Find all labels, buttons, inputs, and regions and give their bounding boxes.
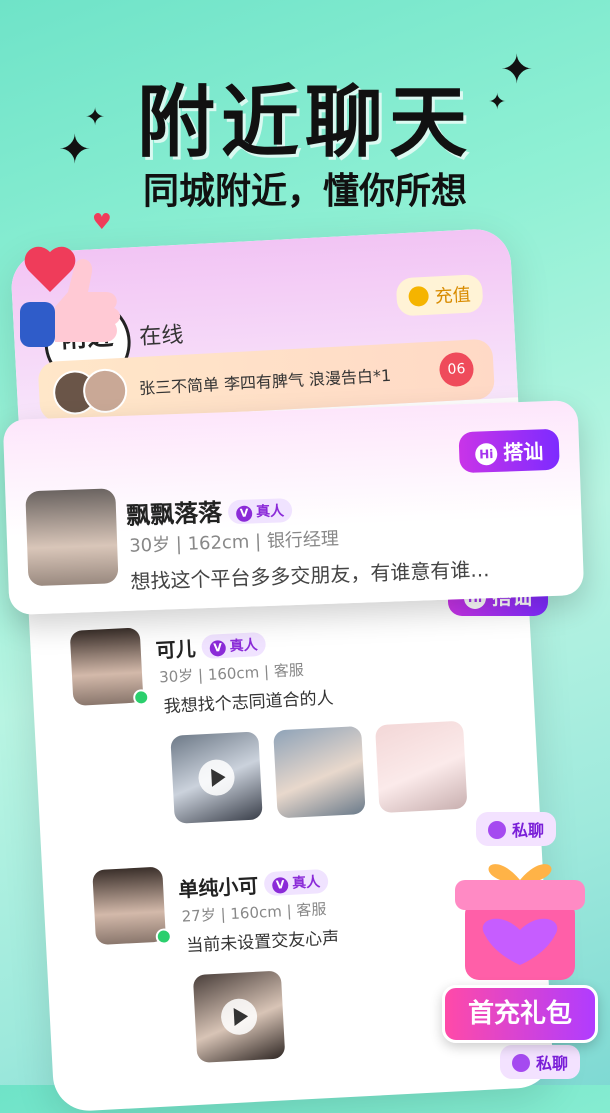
user-name: 可儿 V 真人 bbox=[155, 629, 267, 664]
user-intro: 我想找个志同道合的人 bbox=[163, 688, 335, 718]
sparkle-icon: ✦ bbox=[488, 90, 507, 115]
user-intro: 当前未设置交友心声 bbox=[185, 928, 340, 957]
avatar bbox=[25, 488, 119, 587]
featured-user-card[interactable]: Hi 搭讪 飘飘落落 V 真人 30岁 | 162cm | 银行经理 想找这个平台多多… bbox=[2, 400, 585, 615]
photo-thumbnail[interactable] bbox=[273, 725, 366, 819]
tab-online[interactable]: 在线 bbox=[138, 317, 184, 351]
greet-button[interactable]: Hi搭讪 bbox=[458, 428, 560, 474]
recharge-button[interactable]: 充值 bbox=[395, 274, 484, 317]
video-thumbnail[interactable] bbox=[192, 970, 286, 1063]
verified-badge: V 真人 bbox=[227, 498, 293, 525]
recharge-label: 充值 bbox=[434, 284, 472, 308]
private-chat-button[interactable]: 私聊 bbox=[500, 1045, 581, 1079]
online-dot bbox=[155, 928, 173, 945]
avatar bbox=[92, 866, 167, 946]
user-name: 单纯小可 V 真人 bbox=[178, 866, 329, 903]
gossip-text: 张三不简单 李四有脾气 浪漫告白*1 bbox=[138, 365, 392, 399]
play-icon bbox=[197, 758, 236, 797]
sparkle-icon: ✦ bbox=[500, 47, 534, 93]
first-recharge-gift-button[interactable]: 首充礼包 bbox=[442, 985, 598, 1043]
verified-badge: V 真人 bbox=[263, 868, 329, 897]
hi-icon: Hi bbox=[474, 442, 498, 466]
sparkle-icon: ✦ bbox=[58, 127, 92, 173]
sparkle-icon: ✦ bbox=[85, 103, 106, 131]
chat-icon bbox=[488, 821, 506, 839]
heart-icon: ♥ bbox=[92, 210, 112, 235]
play-icon bbox=[220, 997, 259, 1036]
heart-count-badge: 06 bbox=[438, 351, 475, 388]
user-meta: 30岁 | 160cm | 客服 bbox=[158, 660, 305, 687]
user-name: 飘飘落落 V 真人 bbox=[125, 490, 293, 531]
online-dot bbox=[132, 688, 150, 706]
video-thumbnail[interactable] bbox=[170, 731, 263, 824]
verified-badge: V 真人 bbox=[201, 631, 267, 660]
avatar bbox=[69, 627, 144, 706]
chat-icon bbox=[512, 1054, 530, 1072]
user-meta: 27岁 | 160cm | 客服 bbox=[181, 900, 327, 926]
coin-icon bbox=[408, 285, 430, 307]
gift-box-icon bbox=[455, 864, 585, 980]
user-intro: 想找这个平台多多交朋友，有谁意有谁... bbox=[130, 557, 490, 594]
thumbs-up-icon bbox=[20, 246, 121, 347]
photo-thumbnail[interactable] bbox=[375, 720, 468, 814]
